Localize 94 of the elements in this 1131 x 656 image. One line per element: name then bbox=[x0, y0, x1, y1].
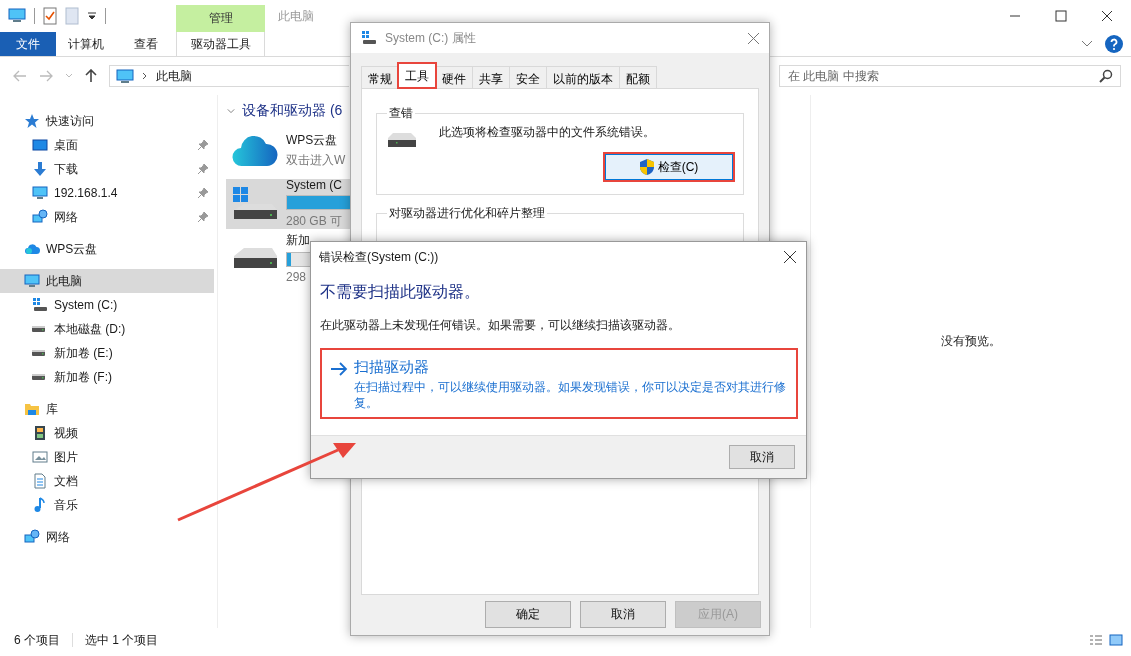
computer-icon[interactable] bbox=[8, 8, 26, 24]
drive-name: System (C bbox=[286, 179, 342, 192]
drive-icon bbox=[387, 132, 417, 148]
context-tab-group: 管理 bbox=[176, 5, 265, 32]
sidebar-item[interactable]: 新加卷 (F:) bbox=[0, 365, 214, 389]
sidebar-item[interactable]: 音乐 bbox=[0, 493, 214, 517]
network-icon bbox=[24, 529, 40, 545]
computer-icon bbox=[116, 68, 134, 84]
ribbon-tab[interactable]: 计算机 bbox=[56, 32, 116, 56]
sidebar-item[interactable]: System (C:) bbox=[0, 293, 214, 317]
dialog-button[interactable]: 确定 bbox=[485, 601, 571, 628]
sidebar-item[interactable]: 新加卷 (E:) bbox=[0, 341, 214, 365]
tab[interactable]: 共享 bbox=[472, 66, 510, 88]
dropdown-icon[interactable] bbox=[87, 11, 97, 21]
computer-icon bbox=[24, 273, 40, 289]
option-description: 在扫描过程中，可以继续使用驱动器。如果发现错误，你可以决定是否对其进行修复。 bbox=[354, 379, 787, 412]
properties-check-icon[interactable] bbox=[43, 7, 57, 25]
music-note-icon bbox=[32, 497, 48, 513]
close-icon[interactable] bbox=[1101, 10, 1113, 22]
drive-tile[interactable]: System (C 280 GB 可 bbox=[226, 179, 350, 229]
tab[interactable]: 配额 bbox=[619, 66, 657, 88]
library-folder-icon bbox=[24, 401, 40, 417]
system-drive-icon bbox=[32, 297, 48, 313]
document-icon bbox=[32, 473, 48, 489]
cancel-button[interactable]: 取消 bbox=[729, 445, 795, 469]
drive-detail: 280 GB 可 bbox=[286, 213, 343, 229]
download-arrow-icon bbox=[32, 161, 48, 177]
tab[interactable]: 常规 bbox=[361, 66, 399, 88]
system-drive-icon bbox=[361, 30, 377, 46]
sidebar-item[interactable]: 库 bbox=[0, 397, 214, 421]
description: 此选项将检查驱动器中的文件系统错误。 bbox=[439, 123, 655, 141]
group-title: 对驱动器进行优化和碎片整理 bbox=[388, 205, 546, 222]
check-button[interactable]: 检查(C) bbox=[605, 154, 733, 180]
large-icons-view-icon[interactable] bbox=[1109, 634, 1123, 646]
sidebar-item[interactable]: 图片 bbox=[0, 445, 214, 469]
cloud-icon bbox=[24, 241, 40, 257]
drive-name: 新加 bbox=[286, 233, 310, 249]
dialog-message: 在此驱动器上未发现任何错误。如果需要，可以继续扫描该驱动器。 bbox=[320, 317, 681, 334]
sidebar-item[interactable]: 192.168.1.4 bbox=[0, 181, 214, 205]
window-title: System (C:) 属性 bbox=[385, 29, 476, 47]
item-count: 6 个项目 bbox=[14, 631, 60, 649]
network-icon bbox=[32, 209, 48, 225]
dialog-button[interactable]: 取消 bbox=[580, 601, 666, 628]
search-icon[interactable] bbox=[1099, 69, 1113, 83]
dialog-title: 错误检查(System (C:)) bbox=[319, 248, 439, 266]
sidebar-item[interactable]: 下载 bbox=[0, 157, 214, 181]
file-tab[interactable]: 文件 bbox=[0, 32, 56, 56]
sidebar-item[interactable]: 本地磁盘 (D:) bbox=[0, 317, 214, 341]
film-icon bbox=[32, 425, 48, 441]
drive-icon bbox=[32, 374, 45, 380]
tab[interactable]: 工具 bbox=[398, 63, 436, 88]
drive-detail: 298 bbox=[286, 270, 307, 283]
sidebar-item[interactable]: 网络 bbox=[0, 525, 214, 549]
search-field[interactable]: 在 此电脑 中搜索 bbox=[779, 65, 1121, 87]
chevron-down-icon[interactable] bbox=[1081, 40, 1093, 48]
selection-count: 选中 1 个项目 bbox=[85, 631, 159, 649]
star-icon bbox=[24, 113, 40, 129]
preview-message: 没有预览。 bbox=[941, 333, 1001, 350]
sidebar-item[interactable]: 文档 bbox=[0, 469, 214, 493]
cloud-icon bbox=[232, 133, 278, 167]
shield-icon bbox=[639, 159, 654, 175]
scan-drive-option[interactable]: 扫描驱动器 在扫描过程中，可以继续使用驱动器。如果发现错误，你可以决定是否对其进行修复。 bbox=[320, 348, 798, 420]
sidebar-item[interactable]: 桌面 bbox=[0, 133, 214, 157]
desktop-icon bbox=[32, 137, 48, 153]
tab[interactable]: 以前的版本 bbox=[546, 66, 620, 88]
arrow-right-icon bbox=[330, 362, 348, 376]
sidebar-item[interactable]: 此电脑 bbox=[0, 269, 214, 293]
picture-icon bbox=[32, 449, 48, 465]
drive-tile[interactable]: WPS云盘 双击进入W bbox=[226, 125, 350, 175]
close-icon[interactable] bbox=[784, 251, 796, 263]
group-title: 查错 bbox=[388, 105, 414, 122]
monitor-icon bbox=[32, 185, 48, 201]
drive-icon bbox=[232, 246, 278, 270]
drive-name: WPS云盘 bbox=[286, 131, 338, 149]
sidebar-item[interactable]: 视频 bbox=[0, 421, 214, 445]
address-field[interactable]: 此电脑 bbox=[109, 65, 349, 87]
drive-detail: 双击进入W bbox=[286, 151, 346, 169]
drive-icon bbox=[32, 350, 45, 356]
sidebar-item[interactable]: 网络 bbox=[0, 205, 214, 229]
window-title: 此电脑 bbox=[278, 7, 314, 25]
tab[interactable]: 硬件 bbox=[435, 66, 473, 88]
ribbon-tab[interactable]: 查看 bbox=[116, 32, 176, 56]
help-icon[interactable] bbox=[1105, 35, 1123, 53]
up-arrow-icon[interactable] bbox=[85, 69, 97, 83]
drive-icon bbox=[32, 326, 45, 332]
option-title: 扫描驱动器 bbox=[354, 358, 430, 377]
dialog-heading: 不需要扫描此驱动器。 bbox=[320, 282, 481, 302]
sidebar-item[interactable]: WPS云盘 bbox=[0, 237, 214, 261]
chevron-right-icon[interactable] bbox=[142, 72, 148, 80]
tab[interactable]: 安全 bbox=[509, 66, 547, 88]
system-drive-icon bbox=[232, 186, 278, 222]
sidebar-item[interactable]: 快速访问 bbox=[0, 109, 214, 133]
section-title: 设备和驱动器 (6 bbox=[242, 102, 343, 120]
maximize-icon[interactable] bbox=[1055, 10, 1067, 22]
